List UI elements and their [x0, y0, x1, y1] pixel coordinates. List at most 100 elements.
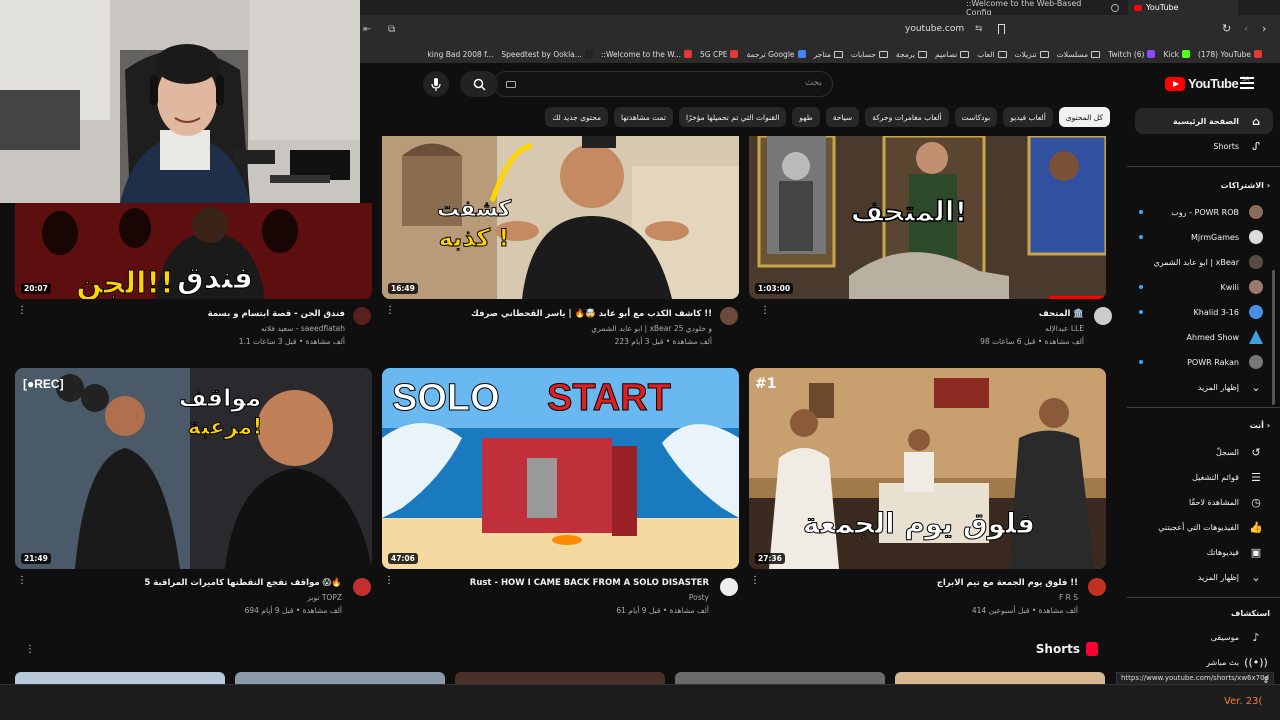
- more-options-icon[interactable]: ⋮: [17, 576, 27, 586]
- bookmark-folder[interactable]: متاجر: [814, 50, 843, 59]
- more-options-icon[interactable]: ⋮: [25, 645, 35, 655]
- bookmark-icon[interactable]: [998, 24, 1005, 34]
- video-thumbnail[interactable]: كشفت كذبه ! 16:49: [382, 136, 739, 299]
- subscription-item[interactable]: ابو عابد الشمري | xBear: [1135, 249, 1273, 275]
- bookmark-folder[interactable]: تصاميم: [935, 50, 970, 59]
- channel-avatar: [1249, 355, 1263, 369]
- sidebar-item-history[interactable]: السجلّ ↺: [1135, 439, 1273, 465]
- bookmark-folder[interactable]: حسابات: [851, 50, 888, 59]
- video-title[interactable]: فلوق يوم الجمعة مع تيم الابراج !!: [937, 578, 1078, 588]
- back-icon[interactable]: ⇤: [363, 24, 371, 35]
- keyboard-icon[interactable]: [506, 81, 516, 88]
- bookmark-item[interactable]: Twitch (6): [1108, 50, 1156, 59]
- video-thumbnail[interactable]: المتحف! 1:03:00: [749, 136, 1106, 299]
- subscription-item[interactable]: Khalid 3-16: [1135, 299, 1273, 325]
- subscription-item[interactable]: POWR Rakan: [1135, 349, 1273, 375]
- channel-avatar: [1249, 255, 1263, 269]
- more-options-icon[interactable]: ⋮: [385, 306, 395, 316]
- search-button[interactable]: [460, 71, 498, 97]
- folder-icon: [1091, 50, 1101, 58]
- video-channel[interactable]: ابو عابد الشمري | xBear و خلودي 25: [591, 324, 712, 333]
- chip[interactable]: طهو: [792, 107, 820, 127]
- subscriptions-header[interactable]: الاشتراكات ›: [1221, 181, 1270, 190]
- sidebar-scrollbar[interactable]: [1272, 270, 1275, 405]
- tab-youtube[interactable]: YouTube: [1128, 0, 1238, 15]
- video-stats: 414 ألف مشاهدة • قبل أسبوعين: [971, 606, 1078, 615]
- music-icon: ♪: [1252, 630, 1260, 644]
- bookmarks-bar: (178) YouTube Kick Twitch (6) مسلسلات تن…: [360, 45, 1280, 63]
- forward-icon[interactable]: ‹: [1244, 22, 1248, 35]
- chip[interactable]: القنوات التي تم تحميلها مؤخرًا: [678, 107, 787, 127]
- video-thumbnail[interactable]: SOLO START 47:06: [382, 368, 739, 569]
- chip[interactable]: محتوى جديد لك: [545, 107, 609, 127]
- subscription-item[interactable]: Kwili: [1135, 274, 1273, 300]
- chip[interactable]: ألعاب مغامرات وحركة: [865, 107, 949, 127]
- video-thumbnail[interactable]: فلوق يوم الجمعة #1 27:36: [749, 368, 1106, 569]
- voice-search-button[interactable]: [423, 71, 449, 97]
- chip[interactable]: بودكاست: [954, 107, 998, 127]
- bookmark-item[interactable]: king Bad 2008 f...: [427, 50, 493, 59]
- video-channel[interactable]: F R S: [1059, 593, 1078, 602]
- video-thumbnail[interactable]: فندق الجن!! 20:07: [15, 203, 372, 299]
- bookmark-item[interactable]: ترجمة Google: [746, 50, 806, 59]
- back-nav-icon[interactable]: ›: [1262, 22, 1266, 35]
- more-options-icon[interactable]: ⋮: [17, 306, 27, 316]
- video-channel[interactable]: سعيد فلاته - saeedflatah: [261, 324, 345, 333]
- more-options-icon[interactable]: ⋮: [750, 576, 760, 586]
- bookmark-folder[interactable]: برمجة: [896, 50, 928, 59]
- you-header[interactable]: أنت ›: [1250, 421, 1270, 430]
- channel-avatar[interactable]: [720, 578, 738, 596]
- video-title[interactable]: 5 مواقف تفجع التقطتها كاميرات المراقبة 😱…: [144, 578, 342, 588]
- bookmark-folder[interactable]: تنزيلات: [1015, 50, 1049, 59]
- video-thumbnail[interactable]: مواقف مرعبة! [●REC] 21:49: [15, 368, 372, 569]
- chip-all[interactable]: كل المحتوى: [1058, 107, 1110, 127]
- subscription-item[interactable]: روب - POWR ROB: [1135, 199, 1273, 225]
- bookmark-folder[interactable]: العاب: [977, 50, 1007, 59]
- sidebar-item-watch-later[interactable]: المشاهدة لاحقًا ◷: [1135, 489, 1273, 515]
- bookmark-item[interactable]: (178) YouTube: [1198, 50, 1262, 59]
- reload-icon[interactable]: ↻: [1222, 22, 1231, 35]
- video-title[interactable]: المتحف 🏛️: [1039, 309, 1084, 319]
- speedtest-favicon-icon: [584, 50, 593, 58]
- bookmark-item[interactable]: ::Welcome to the W...: [601, 50, 692, 59]
- youtube-logo[interactable]: YouTube SA: [1165, 76, 1249, 91]
- chip[interactable]: تمت مشاهدتها: [614, 107, 673, 127]
- folder-icon: [833, 50, 843, 58]
- search-input[interactable]: بحث: [493, 71, 833, 97]
- channel-avatar[interactable]: [1094, 307, 1112, 325]
- bookmark-folder[interactable]: مسلسلات: [1057, 50, 1101, 59]
- site-settings-icon[interactable]: ⇆: [975, 24, 983, 34]
- bookmark-item[interactable]: 5G CPE: [700, 50, 739, 59]
- url-text[interactable]: youtube.com: [905, 24, 964, 34]
- channel-avatar[interactable]: [720, 307, 738, 325]
- tune-icon[interactable]: ⧉: [388, 24, 395, 35]
- channel-avatar[interactable]: [1088, 578, 1106, 596]
- video-channel[interactable]: توبز TOPZ: [307, 593, 342, 602]
- video-title[interactable]: فندق الجن - قصة ابتسام و بسمة: [208, 309, 345, 319]
- sidebar-item-playlists[interactable]: قوائم التشغيل ☰: [1135, 464, 1273, 490]
- show-more-you[interactable]: إظهار المزيد ⌄: [1135, 564, 1273, 590]
- video-title[interactable]: Rust - HOW I CAME BACK FROM A SOLO DISAS…: [470, 578, 709, 588]
- chevron-down-icon: ⌄: [1251, 380, 1261, 394]
- chip[interactable]: سياحة: [825, 107, 860, 127]
- subscription-item[interactable]: MjrmGames: [1135, 224, 1273, 250]
- tab-config[interactable]: ::Welcome to the Web-Based Config: [960, 0, 1125, 17]
- video-channel[interactable]: عبدالإله LLE: [1045, 324, 1084, 333]
- more-options-icon[interactable]: ⋮: [760, 306, 770, 316]
- video-channel[interactable]: Posty: [689, 593, 709, 602]
- sidebar-item-shorts[interactable]: Shorts ᔑ: [1135, 133, 1273, 159]
- sidebar-item-liked[interactable]: الفيديوهات التي أعجبتني 👍: [1135, 514, 1273, 540]
- show-more-subscriptions[interactable]: إظهار المزيد ⌄: [1135, 374, 1273, 400]
- channel-avatar[interactable]: [353, 578, 371, 596]
- sidebar-item-home[interactable]: الصفحة الرئيسية ⌂: [1135, 108, 1273, 134]
- subscription-item[interactable]: Ahmed Show: [1135, 324, 1273, 350]
- video-title[interactable]: كاشف الكذب مع أبو عابد 🤯🔥 | ياسر القحطان…: [471, 309, 712, 319]
- bookmark-item[interactable]: Kick: [1163, 50, 1190, 59]
- sidebar-item-your-videos[interactable]: فيديوهاتك ▣: [1135, 539, 1273, 565]
- more-options-icon[interactable]: ⋮: [384, 576, 394, 586]
- chip[interactable]: ألعاب فيديو: [1003, 107, 1053, 127]
- channel-avatar[interactable]: [353, 307, 371, 325]
- hamburger-menu-icon[interactable]: [1240, 77, 1254, 89]
- bookmark-item[interactable]: Speedtest by Ookla...: [501, 50, 593, 59]
- sidebar-item-music[interactable]: موسيقى ♪: [1135, 624, 1273, 650]
